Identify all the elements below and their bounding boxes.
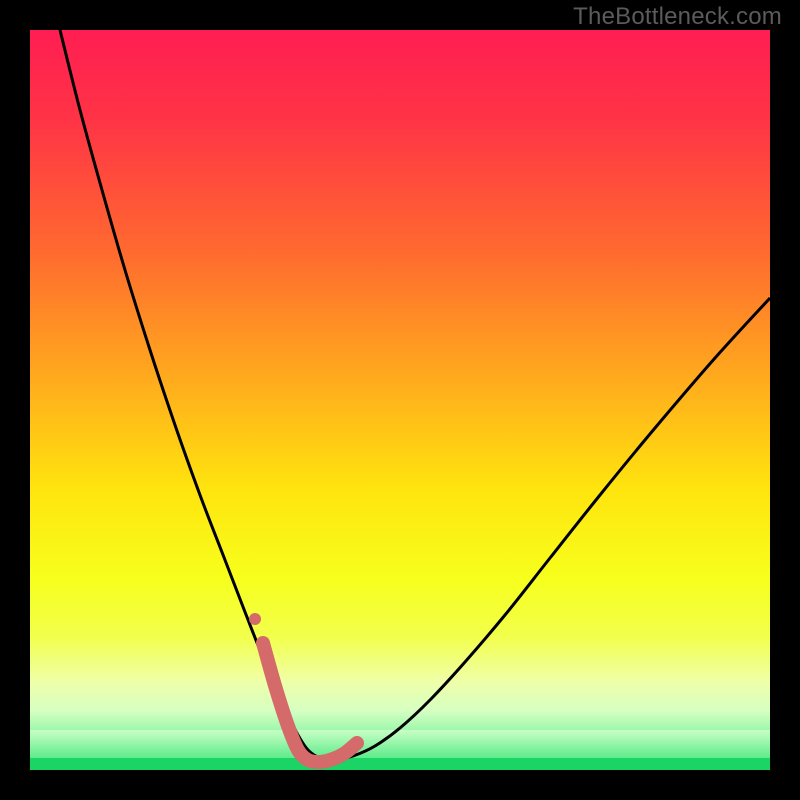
chart-svg xyxy=(30,30,770,770)
optimal-range-marker xyxy=(249,613,357,762)
chart-plot-area xyxy=(30,30,770,770)
watermark-text: TheBottleneck.com xyxy=(573,3,782,31)
bottleneck-curve xyxy=(60,30,770,760)
